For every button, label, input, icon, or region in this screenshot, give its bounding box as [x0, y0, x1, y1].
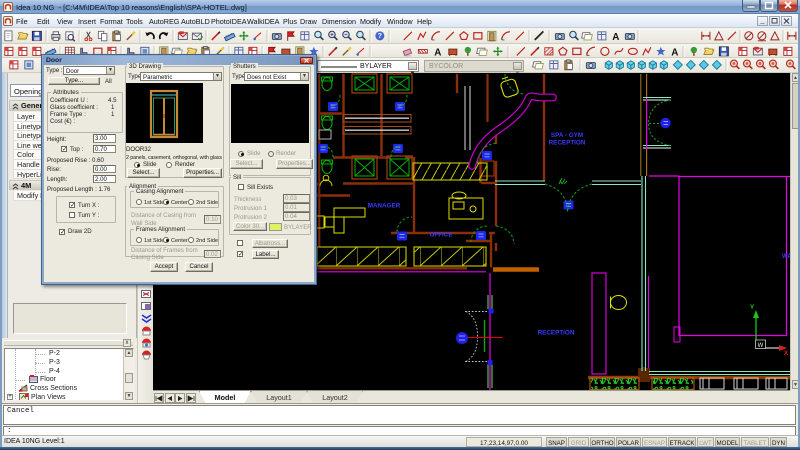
svg-text:A: A	[612, 32, 619, 43]
svg-text:?: ?	[378, 31, 382, 40]
svg-text:RECEPTION: RECEPTION	[549, 140, 586, 147]
svg-text:A: A	[434, 47, 441, 58]
svg-text:X: X	[784, 350, 789, 357]
svg-text:WA: WA	[782, 254, 790, 260]
svg-text:A: A	[671, 47, 678, 58]
svg-text:Y: Y	[750, 304, 755, 311]
svg-text:OFFICE: OFFICE	[429, 232, 452, 239]
svg-text:W: W	[758, 343, 764, 349]
svg-text:MANAGER: MANAGER	[368, 203, 401, 210]
svg-text:RECEPTION: RECEPTION	[538, 330, 575, 337]
svg-text:SPA - GYM: SPA - GYM	[551, 132, 583, 139]
